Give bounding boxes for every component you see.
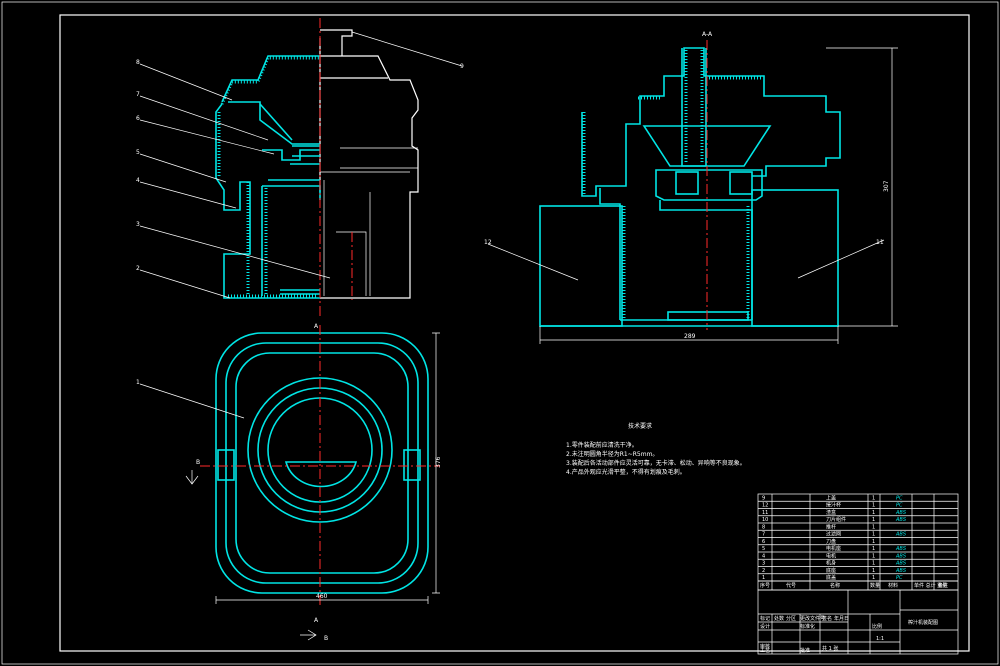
section-mark-a-bottom: A: [314, 617, 319, 624]
tech-req-line-1: 1.零件装配前应清洗干净。: [566, 441, 638, 449]
tb-row-zone: 分区: [786, 615, 796, 622]
parts-row-name: 底座: [826, 567, 836, 574]
parts-row-no: 1: [762, 575, 765, 581]
parts-row-material: ABS: [895, 568, 907, 574]
parts-row-name: 上盖: [826, 494, 836, 501]
parts-row-qty: 1: [872, 503, 875, 509]
parts-row-no: 2: [762, 568, 765, 574]
parts-row-qty: 1: [872, 510, 875, 516]
tech-req-line-3: 3.装配后各活动部件应灵活可靠，无卡滞、松动、异响等不良现象。: [566, 459, 746, 467]
dim-width-plan: 460: [316, 593, 328, 600]
parts-row-qty: 1: [872, 524, 875, 530]
tb-row-sign: 签名: [822, 615, 832, 622]
parts-row-no: 12: [762, 503, 768, 509]
tb-header-material: 材料: [888, 582, 898, 589]
tb-row-design: 设计: [760, 623, 770, 630]
tb-header-remark: 备注: [938, 582, 948, 589]
parts-row-material: PC: [896, 495, 903, 501]
parts-row-no: 3: [762, 561, 765, 567]
parts-row-no: 10: [762, 517, 768, 523]
parts-row-name: 过滤网: [826, 531, 841, 538]
balloon-4: 4: [136, 177, 140, 184]
parts-row-name: 渣盒: [826, 509, 836, 516]
tb-row-date: 年月日: [834, 615, 849, 622]
balloon-3: 3: [136, 221, 140, 228]
parts-row-qty: 1: [872, 517, 875, 523]
dim-width-right: 289: [684, 333, 696, 340]
front-half-section-view: [139, 18, 463, 318]
section-mark-b-left: B: [196, 459, 200, 466]
parts-row-material: ABS: [895, 553, 907, 559]
tb-row-count: 处数: [774, 615, 784, 622]
assembly-drawing: 9 8 7 6 5 4 3 2 1 12 11 A-A A A B B 307 …: [1, 1, 999, 665]
parts-row-qty: 1: [872, 495, 875, 501]
section-label: A-A: [702, 31, 713, 38]
parts-row-no: 8: [762, 524, 765, 530]
balloon-5: 5: [136, 149, 140, 156]
tb-sheet: 共 1 张: [822, 645, 838, 652]
plan-view: [139, 325, 440, 641]
title-block: 9 上盖 1 PC12 接汁杯 1 PC11 渣盒 1 ABS10 刀片组件 1 ABS8 推杆 17 过滤网…: [757, 493, 959, 655]
parts-row-name: 电机: [826, 552, 836, 559]
parts-row-no: 5: [762, 546, 765, 552]
balloon-6: 6: [136, 115, 140, 122]
section-mark-b-bottom: B: [324, 635, 328, 642]
section-a-a-view: [487, 40, 898, 344]
parts-row-material: ABS: [895, 561, 907, 567]
parts-row-material: ABS: [895, 546, 907, 552]
balloon-11: 11: [876, 239, 884, 246]
parts-row-qty: 1: [872, 539, 875, 545]
tb-row-mark: 标记: [760, 615, 770, 622]
parts-row-material: ABS: [895, 517, 907, 523]
parts-row-qty: 1: [872, 532, 875, 538]
parts-row-qty: 1: [872, 546, 875, 552]
tech-req-line-2: 2.未注明圆角半径为R1~R5mm。: [566, 450, 658, 458]
tb-row-standard: 标准化: [800, 623, 815, 630]
parts-row-material: ABS: [895, 532, 907, 538]
parts-row-name: 刀盘: [826, 538, 836, 545]
parts-row-name: 刀片组件: [826, 516, 846, 523]
tb-scale-label: 比例: [872, 623, 882, 630]
parts-row-material: ABS: [895, 510, 907, 516]
parts-row-no: 11: [762, 510, 768, 516]
dim-height: 307: [883, 180, 890, 192]
balloon-8: 8: [136, 59, 140, 66]
outer-frame: [1, 1, 999, 665]
tech-req-title: 技术要求: [628, 422, 652, 430]
parts-row-no: 6: [762, 539, 765, 545]
parts-row-name: 底盖: [826, 574, 836, 581]
tb-row-approve: 批准: [800, 647, 810, 654]
parts-row-name: 接汁杯: [826, 502, 841, 509]
parts-row-material: PC: [896, 575, 903, 581]
balloon-12: 12: [484, 239, 492, 246]
balloon-7: 7: [136, 91, 140, 98]
balloon-2: 2: [136, 265, 140, 272]
parts-row-qty: 1: [872, 575, 875, 581]
section-mark-a-top: A: [314, 323, 319, 330]
parts-row-name: 机身: [826, 560, 836, 567]
tb-scale: 1:1: [876, 636, 884, 642]
tb-row-process: 工艺: [760, 648, 770, 654]
parts-row-no: 4: [762, 553, 765, 559]
balloon-1: 1: [136, 379, 140, 386]
parts-row-material: PC: [896, 503, 903, 509]
tb-header-qty: 数量: [870, 582, 880, 589]
tech-req-line-4: 4.产品外观应光滑平整，不得有划痕及毛刺。: [566, 468, 686, 476]
parts-row-no: 7: [762, 532, 765, 538]
tb-title: 榨汁机装配图: [908, 619, 938, 626]
parts-row-qty: 1: [872, 568, 875, 574]
parts-row-name: 推杆: [826, 523, 836, 530]
balloon-9: 9: [460, 63, 464, 70]
parts-row-no: 9: [762, 495, 765, 501]
parts-row-qty: 1: [872, 561, 875, 567]
dim-depth-plan: 376: [435, 456, 442, 468]
parts-row-name: 电机座: [826, 545, 841, 552]
tb-header-name: 名称: [830, 582, 840, 589]
tb-header-code: 代号: [786, 582, 796, 589]
parts-row-qty: 1: [872, 553, 875, 559]
tb-header-no: 序号: [760, 582, 770, 589]
